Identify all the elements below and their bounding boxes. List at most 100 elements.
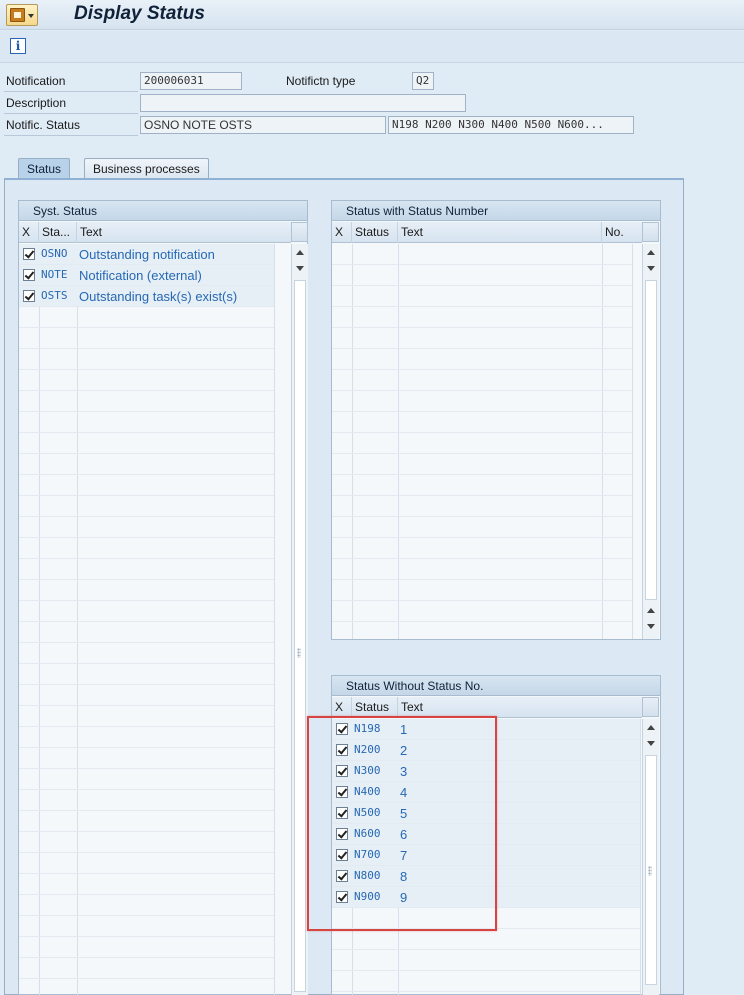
scroll-up-icon[interactable] (646, 723, 656, 733)
table-row[interactable] (332, 433, 632, 454)
table-row[interactable] (19, 727, 274, 748)
table-row[interactable] (19, 370, 274, 391)
table-row[interactable] (332, 328, 632, 349)
table-row[interactable] (19, 685, 274, 706)
column-header-x[interactable]: X (332, 697, 352, 718)
table-row[interactable] (332, 370, 632, 391)
system-status-field[interactable]: OSNO NOTE OSTS (140, 116, 386, 134)
row-checkbox[interactable] (23, 248, 35, 260)
syst-status-header: X Sta... Text (19, 222, 291, 243)
syst-status-grid: OSNO Outstanding notification NOTE Notif… (19, 244, 291, 995)
table-row[interactable] (332, 950, 640, 971)
scroll-down-icon[interactable] (295, 264, 305, 274)
notif-type-field[interactable]: Q2 (412, 72, 434, 90)
column-header-status[interactable]: Sta... (39, 222, 77, 243)
table-row[interactable] (332, 971, 640, 992)
table-row[interactable] (19, 895, 274, 916)
table-row[interactable] (332, 307, 632, 328)
splitter-grip[interactable] (648, 866, 652, 876)
table-row[interactable] (332, 475, 632, 496)
table-row[interactable]: OSNO Outstanding notification (19, 244, 274, 265)
table-row[interactable] (19, 580, 274, 601)
table-row[interactable] (19, 475, 274, 496)
table-row[interactable] (19, 958, 274, 979)
table-row[interactable] (332, 538, 632, 559)
column-header-text[interactable]: Text (77, 222, 291, 243)
splitter-grip[interactable] (297, 648, 301, 658)
column-header-text[interactable]: Text (398, 222, 602, 243)
table-row[interactable] (19, 433, 274, 454)
table-row[interactable] (19, 517, 274, 538)
table-row[interactable] (19, 391, 274, 412)
table-row[interactable] (332, 454, 632, 475)
table-row[interactable] (19, 643, 274, 664)
table-row[interactable] (19, 748, 274, 769)
table-row[interactable] (19, 769, 274, 790)
scroll-down-icon[interactable] (646, 622, 656, 632)
scroll-down-icon[interactable] (646, 264, 656, 274)
table-settings-corner[interactable] (642, 697, 659, 717)
table-row[interactable] (19, 559, 274, 580)
info-icon[interactable]: i (10, 38, 26, 54)
status-without-number-scrollbar[interactable] (642, 719, 659, 995)
column-header-text[interactable]: Text (398, 697, 642, 718)
table-row[interactable] (19, 307, 274, 328)
table-row[interactable] (332, 265, 632, 286)
scroll-up-icon[interactable] (295, 248, 305, 258)
column-header-number[interactable]: No. (602, 222, 642, 243)
table-row[interactable] (19, 412, 274, 433)
table-row[interactable] (332, 580, 632, 601)
table-settings-corner[interactable] (642, 222, 659, 242)
column-header-status[interactable]: Status (352, 697, 398, 718)
table-row[interactable] (19, 706, 274, 727)
scroll-up-icon[interactable] (646, 248, 656, 258)
table-row[interactable]: NOTE Notification (external) (19, 265, 274, 286)
column-header-status[interactable]: Status (352, 222, 398, 243)
column-header-x[interactable]: X (332, 222, 352, 243)
table-row[interactable] (19, 328, 274, 349)
row-checkbox[interactable] (23, 290, 35, 302)
status-code: NOTE (41, 268, 68, 281)
scroll-track[interactable] (645, 280, 657, 600)
table-settings-corner[interactable] (291, 222, 308, 242)
table-row[interactable] (19, 811, 274, 832)
table-row[interactable] (19, 349, 274, 370)
sap-menu-button[interactable] (6, 4, 38, 26)
row-checkbox[interactable] (23, 269, 35, 281)
user-status-field[interactable]: N198 N200 N300 N400 N500 N600... (388, 116, 634, 134)
table-row[interactable] (19, 622, 274, 643)
table-row[interactable] (332, 349, 632, 370)
table-row[interactable] (332, 601, 632, 622)
column-header-x[interactable]: X (19, 222, 39, 243)
table-row[interactable] (19, 496, 274, 517)
table-row[interactable] (332, 244, 632, 265)
status-with-number-scrollbar[interactable] (642, 244, 659, 639)
syst-status-scrollbar[interactable] (291, 244, 308, 995)
table-row[interactable] (332, 517, 632, 538)
scroll-down-icon[interactable] (646, 739, 656, 749)
table-row[interactable] (19, 790, 274, 811)
table-row[interactable]: OSTS Outstanding task(s) exist(s) (19, 286, 274, 307)
table-row[interactable] (332, 559, 632, 580)
scroll-track[interactable] (294, 280, 306, 992)
table-row[interactable] (332, 286, 632, 307)
table-row[interactable] (332, 496, 632, 517)
table-row[interactable] (19, 538, 274, 559)
table-row[interactable] (19, 979, 274, 995)
tab-status[interactable]: Status (18, 158, 71, 179)
table-row[interactable] (19, 454, 274, 475)
table-row[interactable] (332, 929, 640, 950)
table-row[interactable] (19, 853, 274, 874)
table-row[interactable] (19, 601, 274, 622)
table-row[interactable] (332, 391, 632, 412)
table-row[interactable] (19, 664, 274, 685)
description-field[interactable] (140, 94, 466, 112)
table-row[interactable] (19, 874, 274, 895)
scroll-up-icon[interactable] (646, 606, 656, 616)
table-row[interactable] (19, 916, 274, 937)
table-row[interactable] (19, 937, 274, 958)
table-row[interactable] (332, 412, 632, 433)
notification-field[interactable]: 200006031 (140, 72, 242, 90)
tab-business-processes[interactable]: Business processes (84, 158, 209, 179)
table-row[interactable] (19, 832, 274, 853)
